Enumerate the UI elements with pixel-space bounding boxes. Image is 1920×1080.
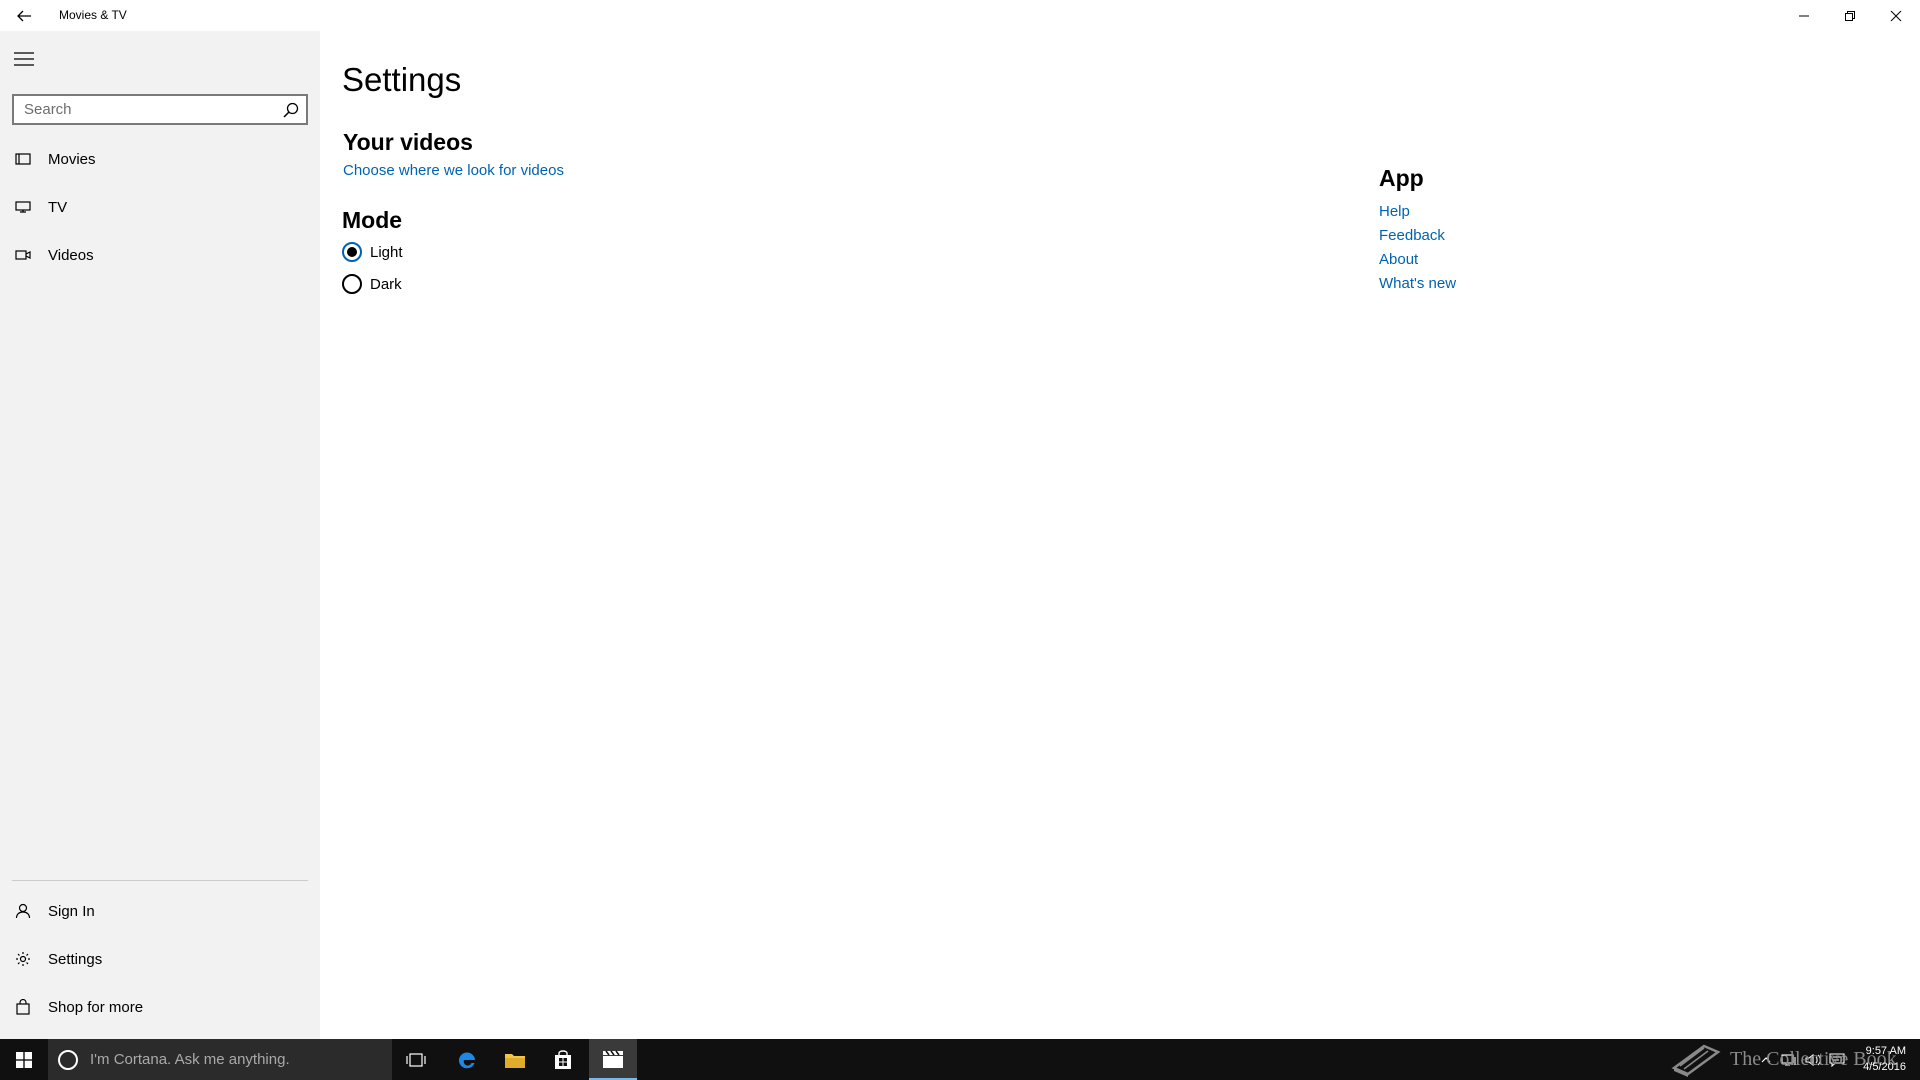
your-videos-heading: Your videos [343, 129, 473, 155]
title-bar: Movies & TV [0, 0, 1920, 31]
cortana-icon [58, 1049, 78, 1070]
feedback-link[interactable]: Feedback [1379, 227, 1445, 244]
sidebar-item-settings[interactable]: Settings [0, 936, 320, 982]
sidebar: Movies TV Videos Sign In Settings Shop f… [0, 31, 320, 1039]
sidebar-item-movies[interactable]: Movies [0, 136, 320, 182]
cortana-placeholder: I'm Cortana. Ask me anything. [90, 1051, 290, 1068]
back-arrow-icon [17, 10, 31, 22]
person-icon [0, 888, 46, 934]
hamburger-icon [14, 52, 34, 66]
whats-new-link[interactable]: What's new [1379, 275, 1456, 292]
sidebar-item-label: Movies [48, 150, 96, 168]
about-link[interactable]: About [1379, 251, 1418, 268]
folder-icon [505, 1053, 525, 1068]
sidebar-item-label: TV [48, 198, 68, 216]
store-bag-icon [555, 1049, 571, 1069]
taskbar-clock[interactable]: 9:57 AM 4/5/2016 [1846, 1043, 1906, 1075]
clock-date: 4/5/2016 [1863, 1061, 1906, 1073]
close-button[interactable] [1873, 0, 1919, 31]
page-title: Settings [342, 61, 462, 98]
radio-selected-dot [347, 247, 357, 257]
radio-button-light[interactable] [342, 242, 362, 262]
gear-icon [0, 936, 46, 982]
radio-button-dark[interactable] [342, 274, 362, 294]
sidebar-item-label: Videos [48, 246, 94, 264]
sidebar-item-shop-for-more[interactable]: Shop for more [0, 984, 320, 1030]
radio-label: Dark [370, 275, 402, 293]
book-logo-icon [1671, 1044, 1721, 1077]
sidebar-item-label: Settings [48, 950, 103, 968]
windows-logo-icon [16, 1051, 32, 1068]
movies-tv-taskbar-button[interactable] [589, 1039, 637, 1080]
close-icon [1890, 10, 1902, 21]
restore-button[interactable] [1827, 0, 1873, 31]
minimize-button[interactable] [1781, 0, 1827, 31]
edge-icon [458, 1051, 475, 1068]
edge-taskbar-button[interactable] [443, 1039, 491, 1080]
minimize-icon [1799, 15, 1809, 16]
search-box [12, 94, 308, 125]
help-link[interactable]: Help [1379, 203, 1410, 220]
restore-icon [1845, 10, 1855, 21]
video-camera-icon [0, 232, 46, 278]
sidebar-item-label: Shop for more [48, 998, 144, 1016]
main-content: Settings Your videos Choose where we loo… [320, 31, 1920, 1039]
task-view-icon [406, 1052, 426, 1067]
search-input[interactable] [14, 96, 272, 123]
hamburger-menu-button[interactable] [10, 45, 38, 73]
task-view-button[interactable] [392, 1039, 440, 1080]
mode-option-light[interactable]: Light [342, 240, 403, 264]
sidebar-divider [12, 880, 308, 881]
search-icon [283, 102, 299, 118]
sidebar-item-tv[interactable]: TV [0, 184, 320, 230]
taskbar: I'm Cortana. Ask me anything. [0, 1039, 1920, 1080]
search-button[interactable] [282, 101, 300, 119]
mode-option-dark[interactable]: Dark [342, 272, 402, 296]
clapperboard-icon [603, 1050, 623, 1068]
start-button[interactable] [0, 1039, 48, 1080]
store-taskbar-button[interactable] [539, 1039, 587, 1080]
tv-icon [0, 184, 46, 230]
clock-time: 9:57 AM [1865, 1045, 1906, 1057]
choose-video-folders-link[interactable]: Choose where we look for videos [343, 162, 564, 179]
app-heading: App [1379, 165, 1424, 191]
window-title: Movies & TV [59, 8, 127, 22]
sidebar-item-sign-in[interactable]: Sign In [0, 888, 320, 934]
back-button[interactable] [10, 4, 38, 28]
film-icon [0, 136, 46, 182]
sidebar-item-videos[interactable]: Videos [0, 232, 320, 278]
shopping-bag-icon [0, 984, 46, 1030]
sidebar-item-label: Sign In [48, 902, 95, 920]
mode-heading: Mode [342, 207, 403, 233]
file-explorer-taskbar-button[interactable] [491, 1039, 539, 1080]
cortana-search-box[interactable]: I'm Cortana. Ask me anything. [48, 1039, 392, 1080]
radio-label: Light [370, 243, 403, 261]
